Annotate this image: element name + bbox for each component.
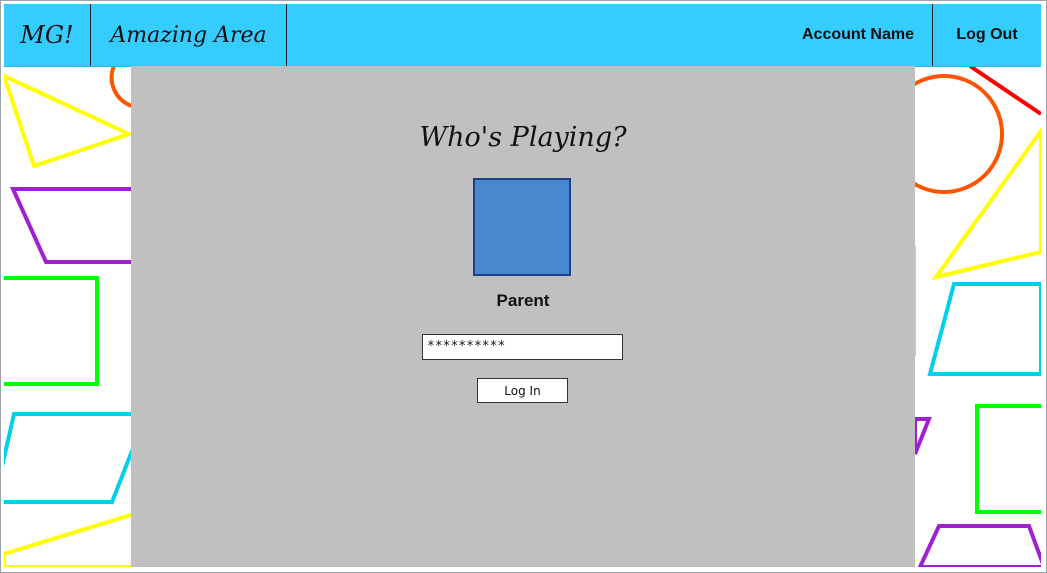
cyan-parallelogram-shape (4, 412, 136, 504)
login-button[interactable]: Log In (477, 378, 568, 403)
profile-avatar[interactable] (473, 178, 571, 276)
profile-name: Parent (496, 291, 550, 310)
orange-circle-shape (109, 66, 133, 108)
purple-parallelogram-shape (9, 187, 136, 264)
logo[interactable]: MG! (4, 4, 91, 66)
yellow-triangle-shape-2 (4, 511, 136, 567)
app-window: MG! Amazing Area Account Name Log Out Wh… (4, 4, 1041, 567)
area-title[interactable]: Amazing Area (91, 4, 287, 66)
green-square-shape (4, 276, 99, 386)
account-name-link[interactable]: Account Name (784, 4, 933, 66)
yellow-triangle-shape (4, 73, 135, 169)
green-square-shape-2 (975, 404, 1041, 514)
logout-button[interactable]: Log Out (933, 4, 1041, 66)
login-panel: Who's Playing? Parent ********** Log In (131, 66, 915, 567)
top-navigation-bar: MG! Amazing Area Account Name Log Out (4, 4, 1041, 67)
cyan-parallelogram-shape-2 (927, 282, 1041, 376)
purple-parallelogram-shape-2 (917, 524, 1041, 567)
yellow-triangle-shape-3 (931, 127, 1041, 281)
password-input[interactable]: ********** (422, 334, 623, 360)
page-title: Who's Playing? (419, 122, 627, 153)
purple-triangle-shape (913, 417, 932, 455)
